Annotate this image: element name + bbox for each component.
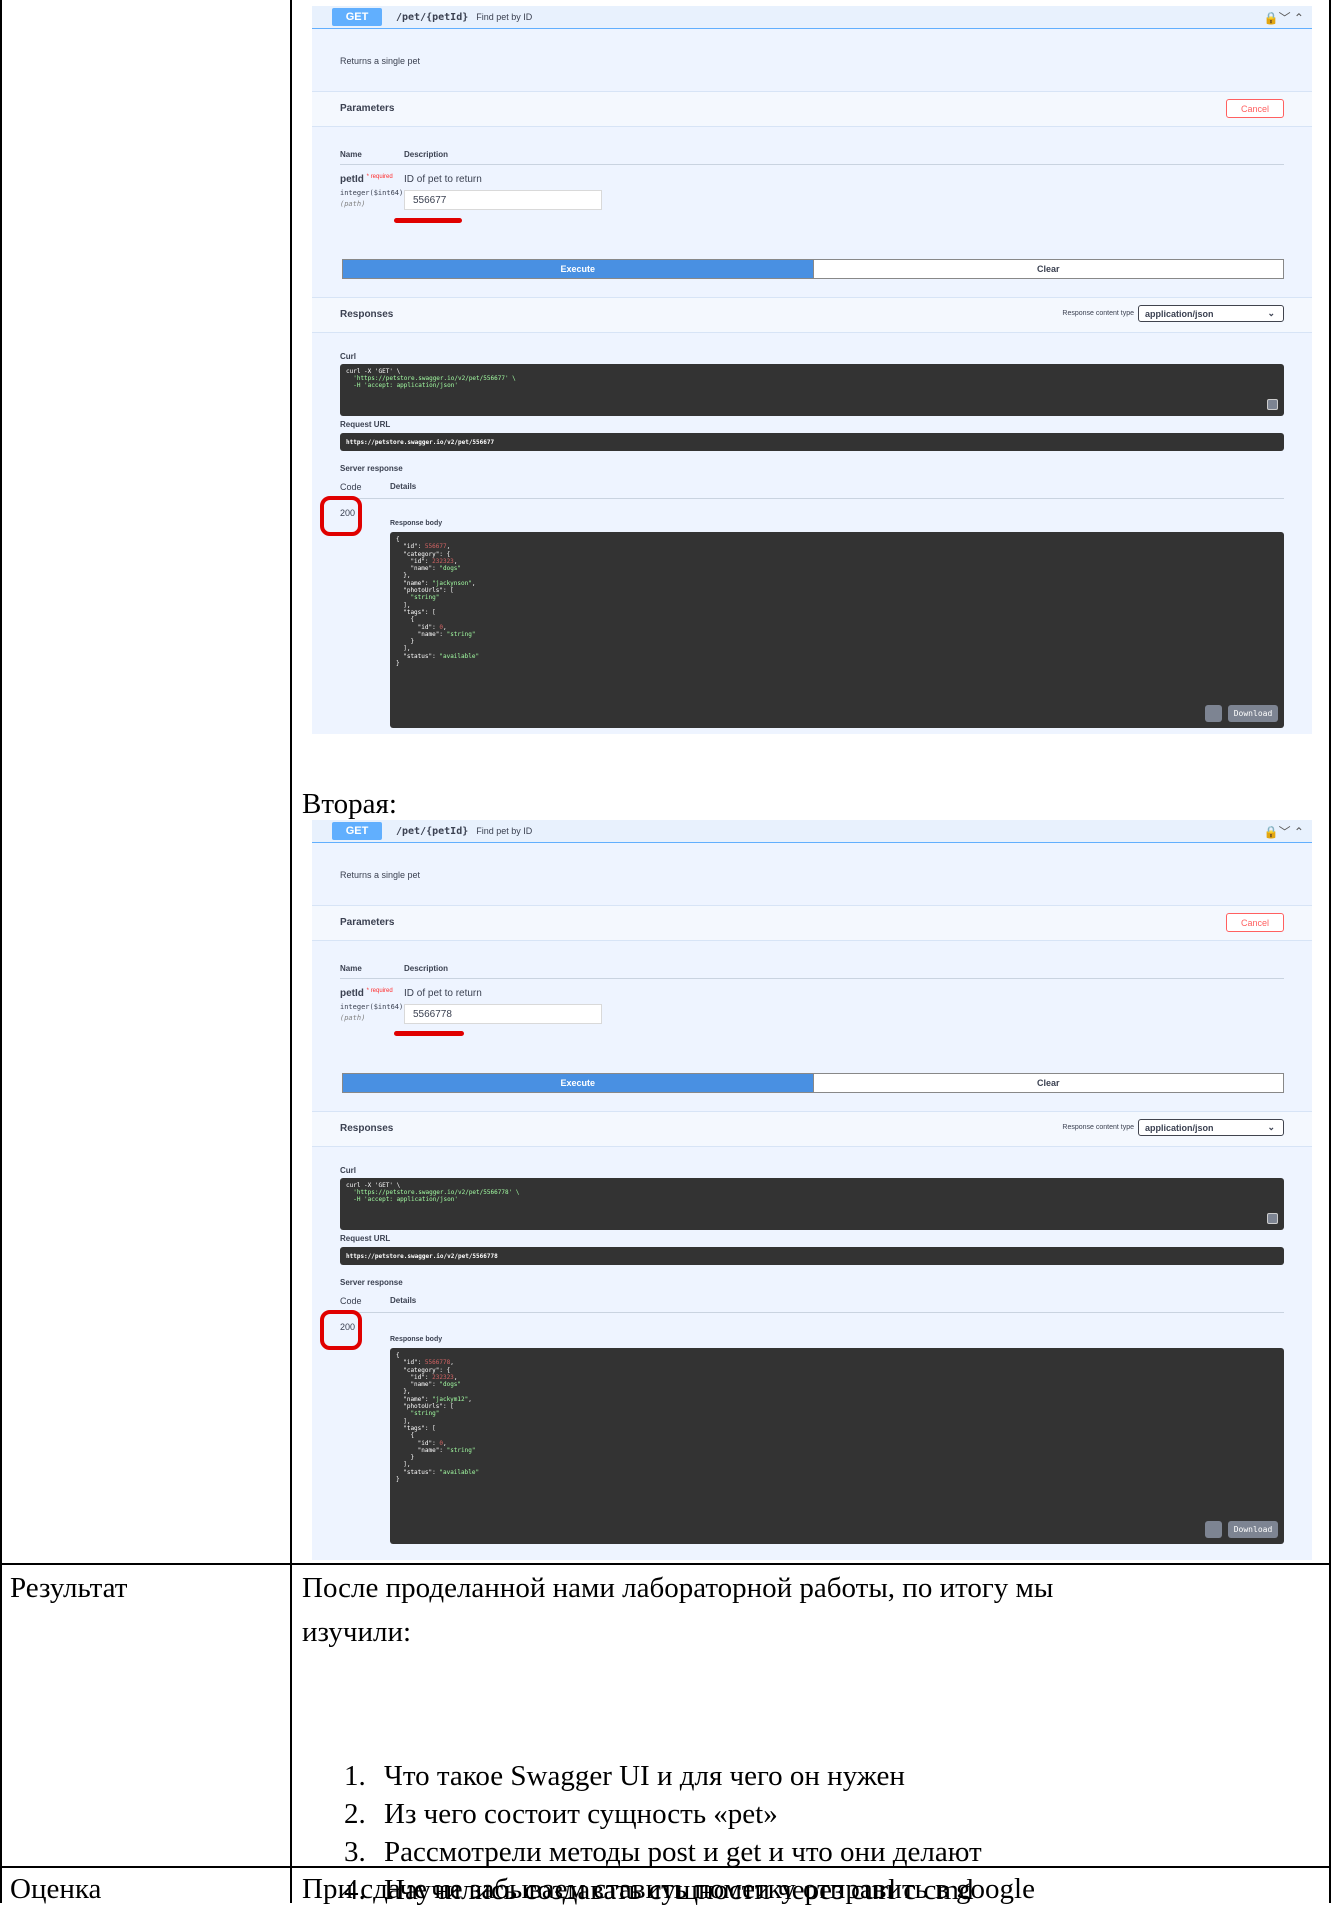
- response-content-type-select[interactable]: application/json ⌄: [1138, 1119, 1284, 1136]
- red-underline-annotation: [394, 218, 462, 223]
- clear-button[interactable]: Clear: [812, 1074, 1283, 1092]
- copy-icon[interactable]: [1267, 1213, 1278, 1224]
- chevron-down-icon: ⌄: [1267, 308, 1275, 318]
- method-badge: GET: [332, 822, 382, 840]
- execute-clear-group: Execute Clear: [342, 259, 1284, 279]
- request-url-label: Request URL: [340, 420, 391, 429]
- result-label: Результат: [10, 1572, 128, 1604]
- copy-icon[interactable]: [1267, 399, 1278, 410]
- document-table: GET /pet/{petId} Find pet by ID 🔒﹀ ⌃ Ret…: [0, 0, 1331, 1906]
- red-circle-annotation: [320, 1310, 362, 1350]
- response-body-label: Response body: [390, 520, 443, 527]
- copy-icon[interactable]: [1205, 705, 1222, 722]
- curl-label: Curl: [340, 1166, 356, 1175]
- details-header: Details: [390, 1296, 417, 1305]
- header-rule: [340, 164, 1284, 165]
- clear-button[interactable]: Clear: [812, 260, 1283, 278]
- execute-clear-group: Execute Clear: [342, 1073, 1284, 1093]
- param-name: petId * required: [340, 988, 393, 999]
- endpoint-path: /pet/{petId}: [396, 825, 469, 837]
- method-badge: GET: [332, 8, 382, 26]
- code-header: Code: [340, 482, 362, 492]
- responses-title: Responses: [340, 1123, 394, 1134]
- opblock-summary[interactable]: GET /pet/{petId} Find pet by ID 🔒﹀ ⌃: [312, 6, 1312, 29]
- red-underline-annotation: [394, 1031, 464, 1036]
- parameters-section: Parameters Cancel: [312, 91, 1312, 127]
- table-border-left: [0, 0, 2, 1903]
- swagger-screenshot-1: GET /pet/{petId} Find pet by ID 🔒﹀ ⌃ Ret…: [312, 6, 1312, 734]
- details-header: Details: [390, 482, 417, 491]
- petid-input[interactable]: 556677: [404, 190, 602, 210]
- col-name-header: Name: [340, 964, 362, 973]
- required-mark: * required: [366, 988, 393, 994]
- response-body-label: Response body: [390, 1336, 443, 1343]
- list-item: 2. Из чего состоит сущность «pet»: [344, 1798, 778, 1830]
- grade-text: При сдаче не забываем ставить пометку от…: [302, 1873, 1035, 1905]
- execute-button[interactable]: Execute: [343, 1074, 813, 1092]
- parameters-section: Parameters Cancel: [312, 905, 1312, 941]
- param-type: integer($int64) (path): [340, 1003, 404, 1022]
- cancel-button[interactable]: Cancel: [1226, 99, 1284, 118]
- cancel-button[interactable]: Cancel: [1226, 913, 1284, 932]
- parameters-title: Parameters: [340, 103, 395, 114]
- execute-button[interactable]: Execute: [343, 260, 813, 278]
- result-intro-line2: изучили:: [302, 1616, 412, 1648]
- endpoint-path: /pet/{petId}: [396, 11, 469, 23]
- response-content-type-label: Response content type: [1062, 1124, 1134, 1131]
- endpoint-description: Returns a single pet: [340, 870, 421, 880]
- request-url-label: Request URL: [340, 1234, 391, 1243]
- responses-title: Responses: [340, 309, 394, 320]
- opblock-summary[interactable]: GET /pet/{petId} Find pet by ID 🔒﹀ ⌃: [312, 820, 1312, 843]
- col-description-header: Description: [404, 964, 449, 973]
- endpoint-description: Returns a single pet: [340, 56, 421, 66]
- swagger-screenshot-2: GET /pet/{petId} Find pet by ID 🔒﹀ ⌃ Ret…: [312, 820, 1312, 1560]
- table-border-mid: [290, 0, 292, 1903]
- code-header: Code: [340, 1296, 362, 1306]
- lock-collapse-icon[interactable]: 🔒﹀ ⌃: [1264, 9, 1304, 26]
- list-item: 1. Что такое Swagger UI и для чего он нуж…: [344, 1760, 905, 1792]
- download-button[interactable]: Download: [1228, 705, 1278, 722]
- param-type: integer($int64) (path): [340, 189, 404, 208]
- lock-collapse-icon[interactable]: 🔒﹀ ⌃: [1264, 823, 1304, 840]
- copy-icon[interactable]: [1205, 1521, 1222, 1538]
- param-description: ID of pet to return: [404, 988, 482, 999]
- curl-code-block: curl -X 'GET' \ 'https://petstore.swagge…: [340, 364, 1284, 416]
- row-divider-result: [0, 1563, 1331, 1565]
- responses-section: Responses Response content type applicat…: [312, 1111, 1312, 1147]
- red-circle-annotation: [320, 496, 362, 536]
- request-url-box: https://petstore.swagger.io/v2/pet/55667…: [340, 1247, 1284, 1265]
- parameters-title: Parameters: [340, 917, 395, 928]
- petid-input[interactable]: 5566778: [404, 1004, 602, 1024]
- param-description: ID of pet to return: [404, 174, 482, 185]
- col-description-header: Description: [404, 150, 449, 159]
- response-content-type-label: Response content type: [1062, 310, 1134, 317]
- endpoint-summary: Find pet by ID: [476, 826, 533, 836]
- result-intro-line1: После проделанной нами лабораторной рабо…: [302, 1572, 1054, 1604]
- server-response-label: Server response: [340, 464, 403, 473]
- param-name: petId * required: [340, 174, 393, 185]
- curl-code-block: curl -X 'GET' \ 'https://petstore.swagge…: [340, 1178, 1284, 1230]
- response-header-rule: [340, 1312, 1284, 1313]
- server-response-label: Server response: [340, 1278, 403, 1287]
- curl-label: Curl: [340, 352, 356, 361]
- required-mark: * required: [366, 174, 393, 180]
- response-content-type-select[interactable]: application/json ⌄: [1138, 305, 1284, 322]
- endpoint-summary: Find pet by ID: [476, 12, 533, 22]
- second-screenshot-caption: Вторая:: [302, 788, 397, 820]
- grade-label: Оценка: [10, 1873, 102, 1905]
- header-rule: [340, 978, 1284, 979]
- responses-section: Responses Response content type applicat…: [312, 297, 1312, 333]
- col-name-header: Name: [340, 150, 362, 159]
- request-url-box: https://petstore.swagger.io/v2/pet/55667…: [340, 433, 1284, 451]
- response-body: { "id": 556677, "category": { "id": 2323…: [390, 532, 1284, 728]
- response-header-rule: [340, 498, 1284, 499]
- chevron-down-icon: ⌄: [1267, 1122, 1275, 1132]
- response-body: { "id": 5566778, "category": { "id": 232…: [390, 1348, 1284, 1544]
- download-button[interactable]: Download: [1228, 1521, 1278, 1538]
- list-item: 3. Рассмотрели методы post и get и что он…: [344, 1836, 982, 1868]
